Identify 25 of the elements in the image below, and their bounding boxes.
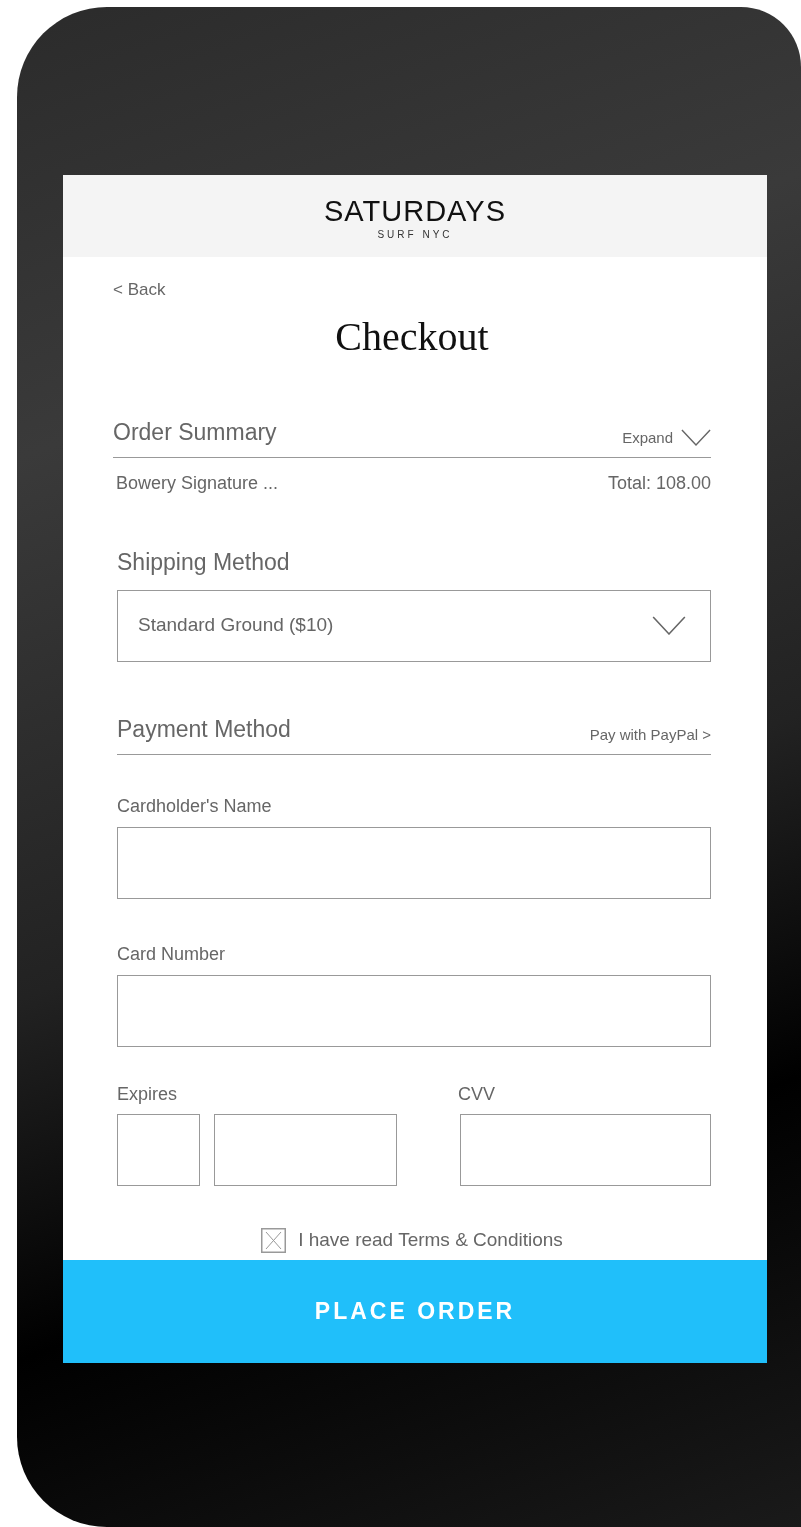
- shipping-select[interactable]: Standard Ground ($10): [117, 589, 711, 662]
- input-field[interactable]: [117, 827, 711, 899]
- input-field[interactable]: [214, 1114, 397, 1186]
- section-heading: Payment Method: [117, 714, 291, 744]
- field-label: Card Number: [117, 943, 227, 966]
- brand-logo: SATURDAYS: [324, 193, 506, 226]
- terms-label: I have read Terms & Conditions: [298, 1228, 563, 1252]
- back-link[interactable]: < Back: [113, 277, 166, 303]
- input-field[interactable]: [117, 975, 711, 1047]
- chevron-icon: [652, 616, 686, 635]
- input-field[interactable]: [117, 1114, 200, 1186]
- expand-toggle[interactable]: Expand: [622, 426, 711, 449]
- terms-checkbox[interactable]: [261, 1227, 287, 1253]
- section-heading: Order Summary: [113, 417, 277, 447]
- paypal-link[interactable]: Pay with PayPal >: [589, 723, 711, 746]
- page-title: Checkout: [334, 312, 490, 361]
- field-label: CVV: [458, 1083, 496, 1106]
- order-total: Total: 108.00: [607, 472, 711, 495]
- section-heading: Shipping Method: [117, 548, 291, 577]
- brand-tagline: SURF NYC: [377, 229, 453, 240]
- field-label: Cardholder's Name: [117, 795, 273, 818]
- chevron-icon: [681, 429, 711, 447]
- order-item: Bowery Signature ...: [116, 472, 279, 495]
- input-field[interactable]: [460, 1114, 711, 1186]
- field-label: Expires: [117, 1083, 179, 1106]
